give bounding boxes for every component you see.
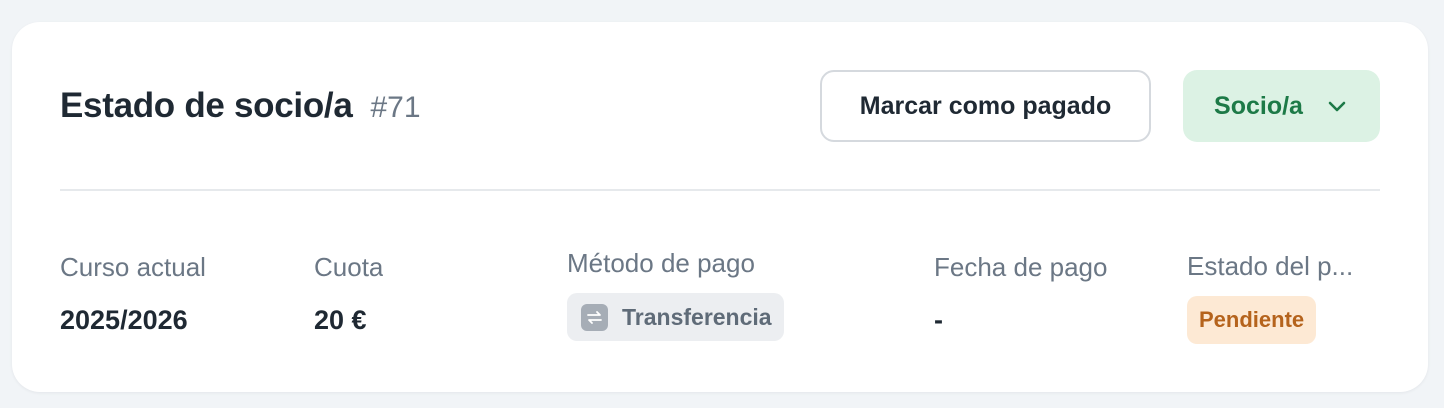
field-fee: Cuota 20 €: [314, 252, 383, 336]
header-actions: Marcar como pagado Socio/a: [820, 70, 1380, 142]
payment-method-label: Método de pago: [567, 248, 755, 278]
payment-method-badge: Transferencia: [567, 293, 784, 341]
fee-label: Cuota: [314, 252, 384, 282]
field-payment-date: Fecha de pago -: [934, 252, 1107, 336]
member-status-dropdown-label: Socio/a: [1214, 91, 1303, 120]
membership-status-card: Estado de socio/a #71 Marcar como pagado…: [12, 22, 1428, 392]
field-course: Curso actual 2025/2026: [60, 252, 206, 336]
fee-value: 20 €: [314, 305, 367, 335]
payment-status-label: Estado del p...: [1187, 251, 1354, 281]
payment-status-badge: Pendiente: [1187, 296, 1317, 344]
course-label: Curso actual: [60, 252, 206, 282]
field-payment-status: Estado del p... Pendiente: [1187, 251, 1382, 344]
card-header: Estado de socio/a #71 Marcar como pagado…: [60, 70, 1380, 142]
member-status-dropdown[interactable]: Socio/a: [1183, 70, 1380, 142]
card-title: Estado de socio/a: [60, 86, 353, 125]
field-payment-method: Método de pago Transferencia: [567, 248, 784, 341]
payment-date-label: Fecha de pago: [934, 252, 1108, 282]
mark-as-paid-button[interactable]: Marcar como pagado: [820, 70, 1151, 142]
transfer-icon: [581, 303, 608, 331]
member-id: #71: [370, 91, 421, 124]
title-group: Estado de socio/a #71: [60, 86, 820, 126]
divider: [60, 189, 1380, 191]
chevron-down-icon: [1325, 94, 1349, 118]
payment-date-value: -: [934, 305, 943, 335]
course-value: 2025/2026: [60, 305, 188, 335]
payment-method-value: Transferencia: [622, 303, 772, 330]
